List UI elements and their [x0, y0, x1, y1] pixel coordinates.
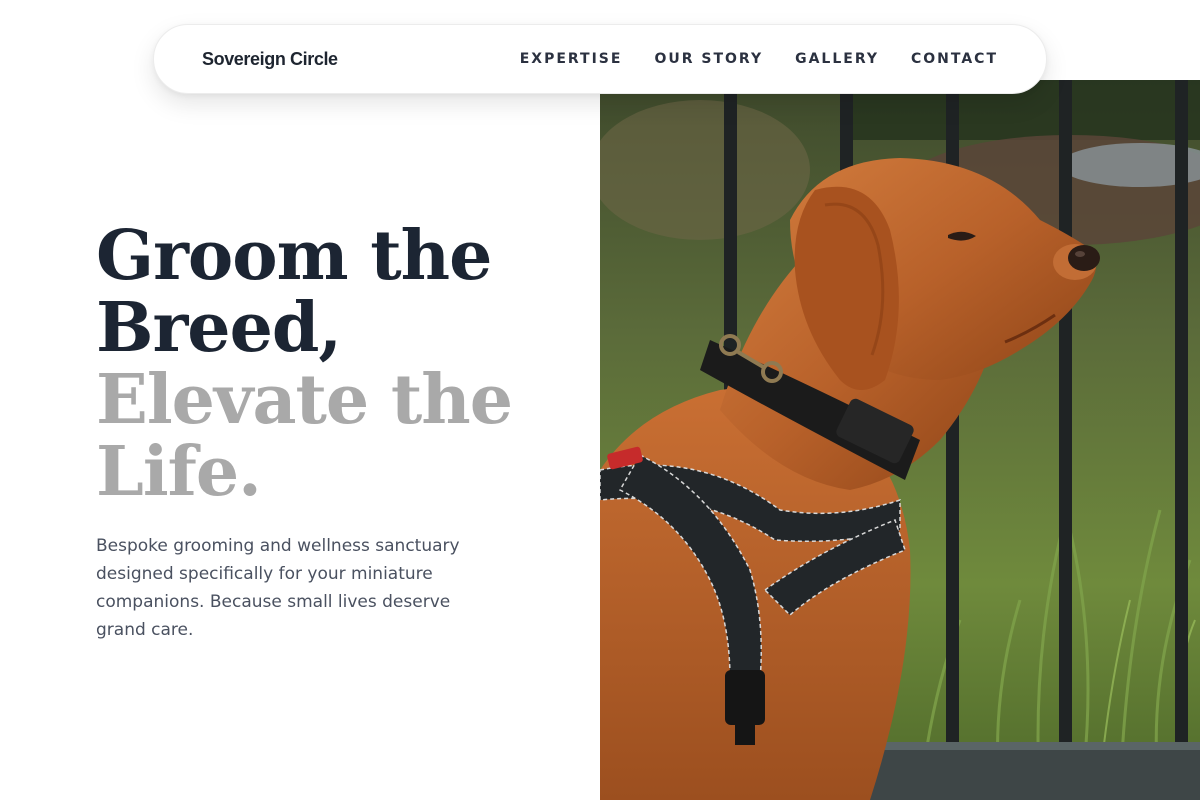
- nav-link-our-story[interactable]: OUR STORY: [654, 51, 763, 67]
- nav-links: EXPERTISE OUR STORY GALLERY CONTACT: [520, 51, 998, 67]
- nav-link-gallery[interactable]: GALLERY: [795, 51, 879, 67]
- headline-line-1: Groom the: [96, 216, 492, 296]
- hero-dog-photo: [600, 80, 1200, 800]
- hero-headline: Groom the Breed, Elevate the Life.: [96, 220, 576, 508]
- headline-line-3: Elevate the: [96, 360, 513, 440]
- top-navigation: Sovereign Circle EXPERTISE OUR STORY GAL…: [153, 24, 1047, 94]
- nav-link-expertise[interactable]: EXPERTISE: [520, 51, 623, 67]
- hero-tagline: Bespoke grooming and wellness sanctuary …: [96, 536, 460, 640]
- brand-logo[interactable]: Sovereign Circle: [202, 49, 338, 70]
- headline-line-2: Breed,: [96, 288, 342, 368]
- nav-link-contact[interactable]: CONTACT: [911, 51, 998, 67]
- headline-line-4: Life.: [96, 432, 262, 512]
